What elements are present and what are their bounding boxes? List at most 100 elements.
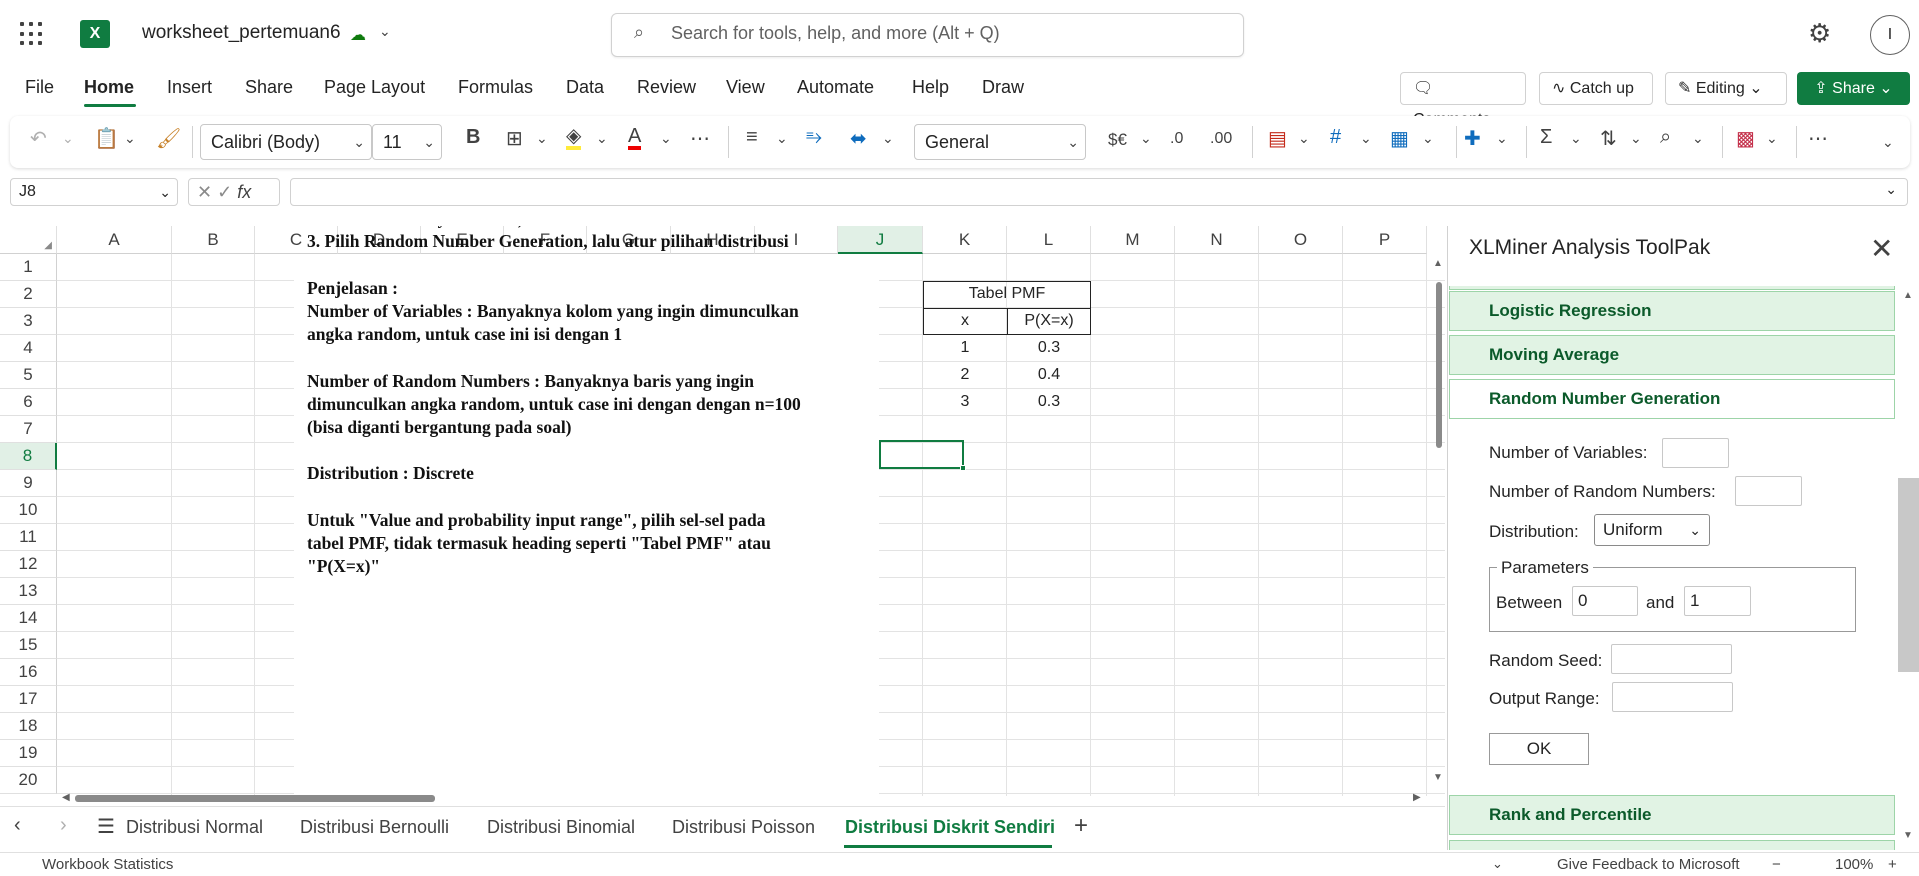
chevron-down-icon[interactable]: ⌄ bbox=[882, 130, 894, 147]
row-header-13[interactable]: 13 bbox=[0, 578, 57, 605]
tab-home[interactable]: Home bbox=[84, 77, 134, 98]
zoom-out-icon[interactable]: − bbox=[1772, 856, 1781, 873]
chevron-down-icon[interactable]: ⌄ bbox=[1360, 130, 1372, 147]
tab-draw[interactable]: Draw bbox=[982, 77, 1024, 98]
between-input[interactable]: 0 bbox=[1572, 586, 1638, 616]
row-header-7[interactable]: 7 bbox=[0, 416, 57, 443]
sheet-tab-normal[interactable]: Distribusi Normal bbox=[126, 817, 276, 838]
chevron-down-icon[interactable]: ⌄ bbox=[1496, 130, 1508, 147]
row-header-2[interactable]: 2 bbox=[0, 281, 57, 308]
section-moving-average[interactable]: Moving Average bbox=[1449, 335, 1895, 375]
merge-cells-icon[interactable]: ⬌ bbox=[850, 126, 867, 151]
function-icon[interactable]: fx bbox=[237, 182, 251, 202]
sort-filter-icon[interactable]: ⇅ bbox=[1600, 126, 1617, 151]
insert-cells-icon[interactable]: ✚ bbox=[1464, 126, 1481, 151]
row-header-1[interactable]: 1 bbox=[0, 254, 57, 281]
row-header-6[interactable]: 6 bbox=[0, 389, 57, 416]
column-header-O[interactable]: O bbox=[1259, 226, 1343, 254]
section-logistic-regression[interactable]: Logistic Regression bbox=[1449, 291, 1895, 331]
tab-help[interactable]: Help bbox=[912, 77, 949, 98]
column-header-M[interactable]: M bbox=[1091, 226, 1175, 254]
worksheet-grid[interactable]: ◢ ABCDEFGHIJKLMNOP 1 2 3 4 5 6 7 8 9 10 11 12 13 14 15… bbox=[0, 226, 1445, 796]
num-random-numbers-input[interactable] bbox=[1735, 476, 1802, 506]
column-header-L[interactable]: L bbox=[1007, 226, 1091, 254]
cell-styles-icon[interactable]: ▦ bbox=[1390, 126, 1409, 151]
zoom-level[interactable]: 100% bbox=[1835, 856, 1873, 873]
tab-page-layout[interactable]: Page Layout bbox=[324, 77, 425, 98]
vertical-scroll-thumb[interactable] bbox=[1436, 282, 1442, 448]
selected-cell-J8[interactable] bbox=[879, 440, 964, 469]
row-header-5[interactable]: 5 bbox=[0, 362, 57, 389]
sheet-tab-diskrit-sendiri[interactable]: Distribusi Diskrit Sendiri bbox=[845, 817, 1055, 838]
column-header-A[interactable]: A bbox=[57, 226, 172, 254]
tab-view[interactable]: View bbox=[726, 77, 765, 98]
row-header-19[interactable]: 19 bbox=[0, 740, 57, 767]
chevron-down-icon[interactable]: ⌄ bbox=[660, 130, 672, 147]
chevron-down-icon[interactable]: ⌄ bbox=[1885, 181, 1897, 198]
autosum-icon[interactable]: Σ bbox=[1540, 126, 1552, 149]
avatar[interactable]: I bbox=[1870, 15, 1910, 55]
add-ins-icon[interactable]: ▩ bbox=[1736, 126, 1755, 151]
row-header-10[interactable]: 10 bbox=[0, 497, 57, 524]
horizontal-scroll-thumb[interactable] bbox=[75, 795, 435, 802]
row-header-15[interactable]: 15 bbox=[0, 632, 57, 659]
row-header-12[interactable]: 12 bbox=[0, 551, 57, 578]
share-button[interactable]: ⇪ Share ⌄ bbox=[1797, 72, 1910, 105]
fill-color-icon[interactable]: ◈ bbox=[566, 126, 582, 150]
tab-file[interactable]: File bbox=[25, 77, 54, 98]
catch-up-button[interactable]: ∿ Catch up bbox=[1539, 72, 1653, 105]
scroll-up-icon[interactable]: ▲ bbox=[1903, 290, 1913, 301]
format-painter-icon[interactable]: 🖌 bbox=[156, 126, 181, 151]
increase-decimal-icon[interactable]: .00 bbox=[1210, 130, 1232, 148]
scroll-up-icon[interactable]: ▲ bbox=[1433, 258, 1443, 269]
row-header-16[interactable]: 16 bbox=[0, 659, 57, 686]
search-input[interactable]: Search for tools, help, and more (Alt + … bbox=[671, 23, 1000, 44]
chevron-down-icon[interactable]: ⌄ bbox=[1570, 130, 1582, 147]
row-header-9[interactable]: 9 bbox=[0, 470, 57, 497]
column-header-B[interactable]: B bbox=[172, 226, 255, 254]
number-format-select[interactable]: General ⌄ bbox=[914, 124, 1086, 160]
ok-button[interactable]: OK bbox=[1489, 733, 1589, 765]
column-header-N[interactable]: N bbox=[1175, 226, 1259, 254]
app-launcher-icon[interactable] bbox=[20, 22, 44, 46]
confirm-icon[interactable]: ✓ bbox=[217, 182, 232, 202]
prev-sheet-icon[interactable]: ‹ bbox=[14, 814, 21, 837]
row-header-18[interactable]: 18 bbox=[0, 713, 57, 740]
workbook-statistics[interactable]: Workbook Statistics bbox=[42, 856, 173, 873]
chevron-down-icon[interactable]: ⌄ bbox=[536, 130, 548, 147]
find-icon[interactable]: ⌕ bbox=[1660, 126, 1671, 149]
add-sheet-icon[interactable]: + bbox=[1074, 812, 1088, 840]
column-header-P[interactable]: P bbox=[1343, 226, 1427, 254]
output-range-input[interactable] bbox=[1612, 682, 1733, 712]
num-variables-input[interactable] bbox=[1662, 438, 1729, 468]
chevron-down-icon[interactable]: ⌄ bbox=[124, 130, 136, 147]
tab-share[interactable]: Share bbox=[245, 77, 293, 98]
editing-mode-button[interactable]: ✎ Editing ⌄ bbox=[1665, 72, 1787, 105]
sheet-tab-bernoulli[interactable]: Distribusi Bernoulli bbox=[300, 817, 449, 838]
row-header-8[interactable]: 8 bbox=[0, 443, 57, 470]
font-size-select[interactable]: 11 ⌄ bbox=[372, 124, 442, 160]
sheet-tab-poisson[interactable]: Distribusi Poisson bbox=[672, 817, 815, 838]
tab-formulas[interactable]: Formulas bbox=[458, 77, 533, 98]
tab-data[interactable]: Data bbox=[566, 77, 604, 98]
column-header-J[interactable]: J bbox=[838, 226, 923, 254]
section-rank-and-percentile[interactable]: Rank and Percentile bbox=[1449, 795, 1895, 835]
borders-icon[interactable]: ⊞ bbox=[506, 126, 523, 151]
chevron-down-icon[interactable]: ⌄ bbox=[596, 130, 608, 147]
gear-icon[interactable]: ⚙ bbox=[1808, 18, 1831, 49]
next-sheet-icon[interactable]: › bbox=[60, 814, 67, 837]
and-input[interactable]: 1 bbox=[1684, 586, 1751, 616]
row-header-11[interactable]: 11 bbox=[0, 524, 57, 551]
align-icon[interactable]: ≡ bbox=[746, 126, 758, 149]
chevron-down-icon[interactable]: ⌄ bbox=[379, 23, 391, 40]
currency-icon[interactable]: $€ bbox=[1108, 130, 1127, 150]
pane-scroll-thumb[interactable] bbox=[1898, 478, 1919, 672]
expand-ribbon-icon[interactable]: ⌄ bbox=[1882, 134, 1894, 151]
chevron-down-icon[interactable]: ⌄ bbox=[776, 130, 788, 147]
cloud-saved-icon[interactable]: ☁ bbox=[350, 25, 366, 45]
paste-icon[interactable]: 📋 bbox=[94, 126, 119, 151]
scroll-down-icon[interactable]: ▼ bbox=[1433, 772, 1443, 783]
chevron-down-icon[interactable]: ⌄ bbox=[1766, 130, 1778, 147]
name-box[interactable]: J8 ⌄ bbox=[10, 178, 178, 206]
chevron-down-icon[interactable]: ⌄ bbox=[1692, 130, 1704, 147]
